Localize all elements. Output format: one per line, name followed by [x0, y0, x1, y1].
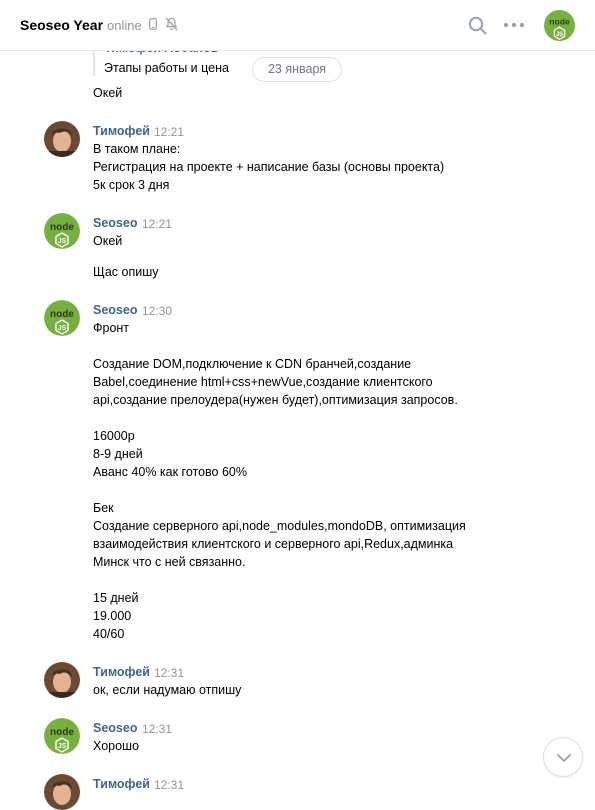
svg-text:node: node [50, 727, 74, 738]
message-line: Аванс 40% как готово 60% [93, 465, 247, 479]
message-line: взаимодействия клиентского и серверного … [93, 537, 454, 551]
message-time[interactable]: 12:31 [154, 778, 184, 792]
message-line: 5к срок 3 дня [93, 178, 170, 192]
svg-text:JS: JS [58, 238, 67, 245]
online-status: online [107, 18, 142, 33]
chat-header: Seoseo Year online node JS [0, 0, 595, 51]
date-separator: 23 января [252, 57, 342, 82]
message-author[interactable]: Seoseo [93, 303, 137, 317]
mobile-phone-icon [149, 18, 157, 30]
svg-text:JS: JS [58, 325, 67, 332]
message-line: ок, если надумаю отпишу [93, 683, 242, 697]
reply-text: Этапы работы и цена [104, 61, 229, 75]
user-avatar-photo[interactable] [44, 774, 80, 810]
seoseo-avatar[interactable]: node JS [44, 300, 80, 336]
chat-title[interactable]: Seoseo Year [20, 17, 103, 33]
message-line: Окей [93, 86, 123, 100]
message-author[interactable]: Seoseo [93, 721, 137, 735]
message-line: Окей [93, 234, 123, 248]
message-line: 40/60 [93, 627, 125, 641]
message-line: Фронт [93, 321, 130, 335]
message-time[interactable]: 12:21 [154, 125, 184, 139]
more-icon[interactable] [503, 22, 525, 28]
svg-text:node: node [50, 309, 74, 320]
message-time[interactable]: 12:31 [154, 666, 184, 680]
user-avatar-photo[interactable] [44, 662, 80, 698]
message-author[interactable]: Тимофей [93, 665, 150, 679]
scroll-down-button[interactable] [543, 737, 583, 777]
message-line: 16000р [93, 429, 135, 443]
message-time[interactable]: 12:31 [142, 722, 172, 736]
muted-notifications-icon [165, 17, 178, 31]
message-line: Создание DOM,подключение к CDN бранчей,с… [93, 357, 412, 371]
message-line: 8-9 дней [93, 447, 143, 461]
message-line: Регистрация на проекте + написание базы … [93, 160, 445, 174]
svg-text:JS: JS [58, 743, 67, 750]
message-time[interactable]: 12:30 [142, 304, 172, 318]
message-line: Хорошо [93, 739, 140, 753]
seoseo-avatar[interactable]: node JS [44, 718, 80, 754]
chevron-down-icon [557, 754, 571, 762]
user-avatar-photo[interactable] [44, 121, 80, 157]
message-author[interactable]: Тимофей [93, 124, 150, 138]
message-line: В таком плане: [93, 142, 181, 156]
message-line: Babel,соединение html+css+newVue,создани… [93, 375, 433, 389]
message-author[interactable]: Тимофей [93, 777, 150, 791]
message-line: Создание серверного api,node_modules,mon… [93, 519, 466, 533]
chat-avatar[interactable]: node JS [544, 10, 575, 41]
message-line: Щас опишу [93, 265, 159, 279]
message-time[interactable]: 12:21 [142, 217, 172, 231]
message-line: 19.000 [93, 609, 132, 623]
message-line: Минск что с ней связанно. [93, 555, 246, 569]
seoseo-avatar[interactable]: node JS [44, 213, 80, 249]
message-line: Бек [93, 501, 114, 515]
message-author[interactable]: Seoseo [93, 216, 137, 230]
svg-text:node: node [549, 17, 570, 27]
message-line: 15 дней [93, 591, 139, 605]
message-line: api,создание прелоудера(нужен будет),опт… [93, 393, 458, 407]
svg-text:JS: JS [556, 32, 563, 38]
svg-text:node: node [50, 222, 74, 233]
search-icon[interactable] [468, 16, 487, 35]
